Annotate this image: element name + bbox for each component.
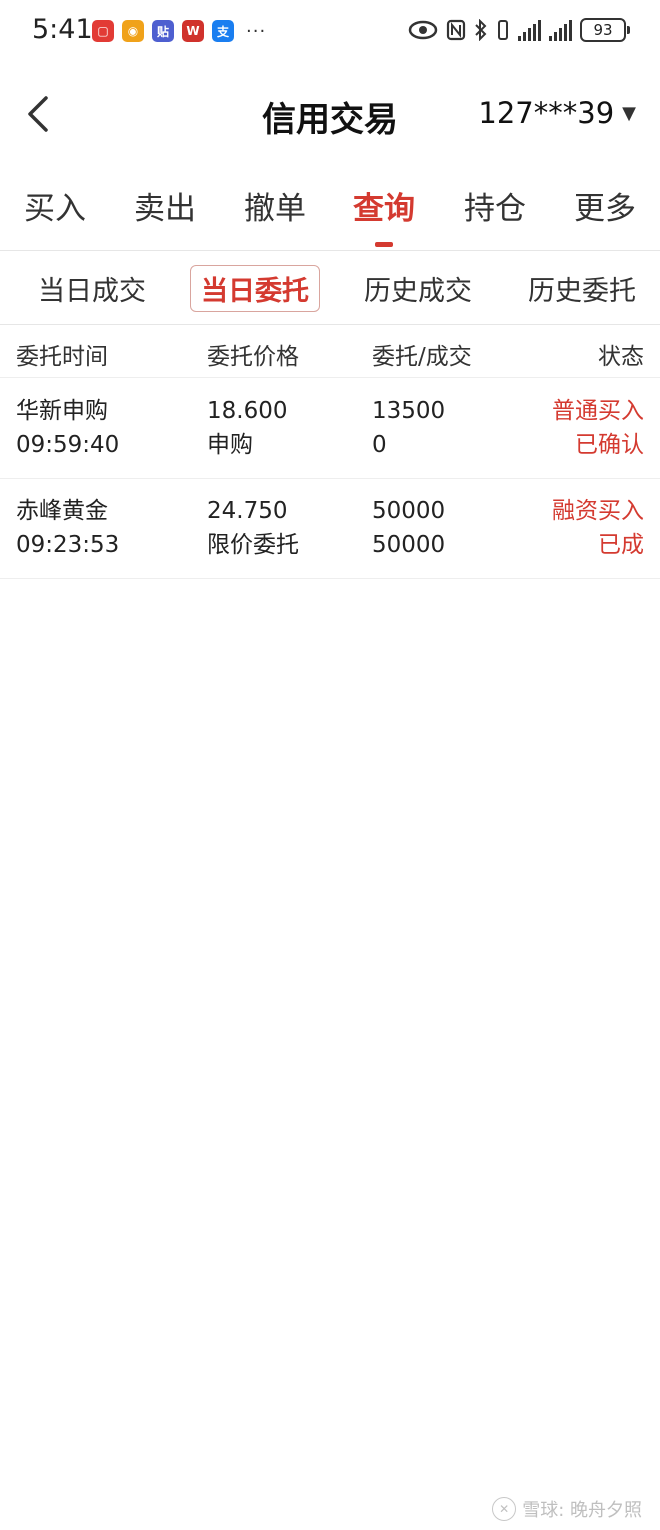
notification-icons: ▢ ◉ 贴 W 支 ··· (92, 20, 266, 42)
watermark: ✕ 雪球: 晚舟夕照 (492, 1496, 642, 1522)
bluetooth-icon (475, 19, 487, 41)
order-price: 24.750 (207, 498, 288, 524)
order-time: 09:59:40 (16, 432, 120, 458)
stock-name: 赤峰黄金 (16, 498, 108, 524)
order-quantity: 50000 (372, 498, 446, 524)
status-bar: 5:41 ▢ ◉ 贴 W 支 ··· 93 (0, 0, 660, 64)
column-order-time: 委托时间 (16, 344, 108, 370)
order-side: 普通买入 (552, 398, 644, 424)
eye-comfort-icon (408, 20, 438, 40)
main-tab-bar: 买入 卖出 撤单 查询 持仓 更多 (0, 175, 660, 251)
signal-strength-icon-1 (518, 19, 541, 41)
order-time: 09:23:53 (16, 532, 120, 558)
signal-strength-icon-2 (549, 19, 572, 41)
weibo-icon: ◉ (122, 20, 144, 42)
column-status: 状态 (598, 344, 644, 370)
table-header: 委托时间 委托价格 委托/成交 状态 (0, 325, 660, 378)
alipay-icon: 支 (212, 20, 234, 42)
watermark-text: 雪球: 晚舟夕照 (522, 1500, 642, 1521)
table-row[interactable]: 华新申购 09:59:40 18.600 申购 13500 0 普通买入 已确认 (0, 378, 660, 479)
tab-positions[interactable]: 持仓 (464, 183, 526, 228)
filled-quantity: 50000 (372, 532, 446, 558)
order-status: 已成 (598, 532, 644, 558)
battery-icon: 93 (580, 18, 630, 42)
tab-buy[interactable]: 买入 (24, 183, 86, 228)
account-number: 127***39 (478, 96, 615, 130)
sub-tab-bar: 当日成交 当日委托 历史成交 历史委托 (0, 250, 660, 325)
system-icons: 93 (408, 18, 630, 42)
account-selector[interactable]: 127***39 ▼ (478, 96, 636, 130)
vibrate-icon (498, 20, 508, 40)
tab-cancel-order[interactable]: 撤单 (244, 183, 306, 228)
tieba-icon: 贴 (152, 20, 174, 42)
order-price: 18.600 (207, 398, 288, 424)
table-row[interactable]: 赤峰黄金 09:23:53 24.750 限价委托 50000 50000 融资… (0, 478, 660, 579)
subtab-history-trades[interactable]: 历史成交 (364, 269, 472, 308)
column-order-price: 委托价格 (207, 344, 299, 370)
active-tab-indicator (375, 242, 393, 247)
filled-quantity: 0 (372, 432, 387, 458)
order-quantity: 13500 (372, 398, 446, 424)
tab-more[interactable]: 更多 (574, 183, 636, 228)
order-side: 融资买入 (552, 498, 644, 524)
subtab-today-trades[interactable]: 当日成交 (38, 269, 146, 308)
more-notifications-icon: ··· (246, 20, 267, 42)
subtab-history-orders[interactable]: 历史委托 (528, 269, 636, 308)
subtab-today-orders[interactable]: 当日委托 (190, 265, 320, 312)
column-order-filled: 委托/成交 (372, 344, 472, 370)
wps-icon: W (182, 20, 204, 42)
tab-query[interactable]: 查询 (353, 183, 415, 228)
tab-sell[interactable]: 卖出 (134, 183, 196, 228)
order-type: 限价委托 (207, 532, 299, 558)
order-type: 申购 (207, 432, 253, 458)
dropdown-caret-icon: ▼ (622, 102, 636, 124)
status-time: 5:41 (32, 14, 93, 45)
huawei-appgallery-icon: ▢ (92, 20, 114, 42)
app-header: 信用交易 127***39 ▼ (0, 80, 660, 150)
nfc-icon (446, 19, 466, 41)
order-status: 已确认 (575, 432, 644, 458)
stock-name: 华新申购 (16, 398, 108, 424)
xueqiu-logo-icon: ✕ (492, 1497, 517, 1521)
